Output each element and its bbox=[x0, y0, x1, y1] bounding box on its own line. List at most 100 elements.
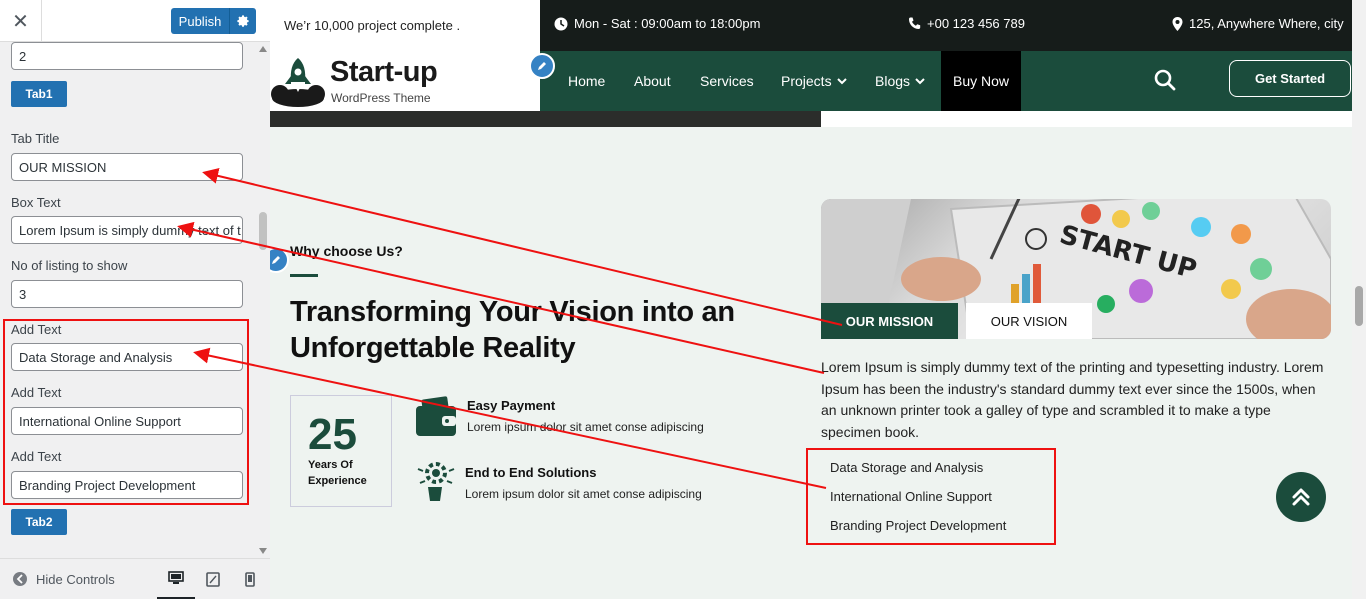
nav-services[interactable]: Services bbox=[700, 51, 754, 111]
years-number: 25 bbox=[308, 410, 357, 459]
scroll-down-arrow[interactable] bbox=[259, 548, 267, 554]
site-preview: We’r 10,000 project complete . Mon - Sat… bbox=[270, 0, 1352, 599]
mission-list-item-1: Data Storage and Analysis bbox=[830, 460, 984, 475]
double-chevron-up-icon bbox=[1292, 488, 1310, 506]
listing-count-field[interactable]: 3 bbox=[11, 280, 243, 308]
tab-our-mission[interactable]: OUR MISSION bbox=[821, 303, 958, 339]
box-text-label: Box Text bbox=[11, 195, 61, 210]
box-text-field[interactable]: Lorem Ipsum is simply dummy text of t bbox=[11, 216, 243, 244]
section-eyebrow: Why choose Us? bbox=[290, 243, 403, 259]
sidebar-footer: Hide Controls bbox=[0, 558, 270, 599]
tab-title-field[interactable]: OUR MISSION bbox=[11, 153, 243, 181]
hide-controls-label: Hide Controls bbox=[36, 571, 115, 587]
nav-home-label: Home bbox=[568, 73, 606, 89]
edit-shortcut-button[interactable] bbox=[529, 53, 555, 79]
address-text: 125, Anywhere Where, city bbox=[1189, 16, 1344, 31]
tab-title-label: Tab Title bbox=[11, 131, 60, 146]
nav-about[interactable]: About bbox=[634, 51, 671, 111]
site-logo[interactable]: Start-up WordPress Theme bbox=[270, 51, 540, 111]
hours-info: Mon - Sat : 09:00am to 18:00pm bbox=[554, 16, 760, 31]
search-icon bbox=[1154, 69, 1176, 91]
mission-list-item-2: International Online Support bbox=[830, 489, 992, 504]
mobile-preview-button[interactable] bbox=[231, 559, 269, 599]
scroll-to-top-button[interactable] bbox=[1276, 472, 1326, 522]
experience-box: 25 Years Of Experience bbox=[290, 395, 392, 507]
add-text-label-3: Add Text bbox=[11, 449, 62, 464]
mobile-icon bbox=[245, 572, 255, 587]
add-text-field-2[interactable]: International Online Support bbox=[11, 407, 243, 435]
topbar-tagline: We’r 10,000 project complete . bbox=[270, 0, 540, 51]
feature-1-title: Easy Payment bbox=[467, 398, 556, 413]
listing-count-label: No of listing to show bbox=[11, 258, 128, 273]
eyebrow-underline bbox=[290, 274, 318, 277]
phone-info[interactable]: +00 123 456 789 bbox=[908, 16, 1025, 31]
add-text-field-1[interactable]: Data Storage and Analysis bbox=[11, 343, 243, 371]
add-text-label-2: Add Text bbox=[11, 385, 62, 400]
gear-icon bbox=[237, 15, 249, 27]
tab2-button[interactable]: Tab2 bbox=[11, 509, 67, 535]
chevron-down-icon bbox=[915, 77, 925, 84]
nav-buy-now-label: Buy Now bbox=[953, 73, 1010, 89]
add-text-label-1: Add Text bbox=[11, 322, 62, 337]
mission-paragraph: Lorem Ipsum is simply dummy text of the … bbox=[821, 359, 1324, 440]
preview-scrollbar[interactable] bbox=[1352, 0, 1366, 599]
section-divider-light bbox=[821, 111, 1352, 127]
section-divider-dark bbox=[270, 111, 821, 127]
feature-1-text: Lorem ipsum dolor sit amet conse adipisc… bbox=[467, 420, 704, 434]
nav-blogs-label: Blogs bbox=[875, 73, 911, 89]
location-pin-icon bbox=[1172, 16, 1183, 31]
tablet-preview-button[interactable] bbox=[194, 559, 232, 599]
previous-number-field[interactable]: 2 bbox=[11, 42, 243, 70]
clock-icon bbox=[554, 17, 568, 30]
search-button[interactable] bbox=[1154, 69, 1176, 94]
eye-icon bbox=[13, 572, 27, 586]
nav-blogs[interactable]: Blogs bbox=[875, 51, 925, 111]
chevron-down-icon bbox=[836, 77, 847, 84]
preview-scroll-thumb[interactable] bbox=[1355, 286, 1363, 326]
desktop-preview-button[interactable] bbox=[157, 559, 195, 599]
logo-subtitle: WordPress Theme bbox=[331, 91, 431, 105]
hide-controls-button[interactable]: Hide Controls bbox=[12, 571, 115, 587]
sidebar-scroll-thumb[interactable] bbox=[259, 212, 267, 250]
close-button[interactable]: ✕ bbox=[0, 0, 42, 42]
main-navigation: Start-up WordPress Theme Home About Serv… bbox=[270, 51, 1352, 111]
logo-title: Start-up bbox=[330, 56, 438, 88]
feature-2-text: Lorem ipsum dolor sit amet conse adipisc… bbox=[465, 487, 702, 501]
tab1-button[interactable]: Tab1 bbox=[11, 81, 67, 107]
pencil-icon bbox=[272, 256, 280, 264]
sidebar-scrollbar[interactable] bbox=[256, 42, 270, 558]
nav-buy-now[interactable]: Buy Now bbox=[941, 51, 1022, 111]
sidebar-controls: 2 Tab1 Tab Title OUR MISSION Box Text Lo… bbox=[0, 42, 256, 558]
customizer-sidebar: ✕ Publish 2 Tab1 Tab Title OUR MISSION B… bbox=[0, 0, 270, 599]
feature-2-title: End to End Solutions bbox=[465, 465, 597, 480]
topbar-info: Mon - Sat : 09:00am to 18:00pm +00 123 4… bbox=[540, 0, 1352, 51]
hand-gear-icon bbox=[417, 462, 455, 501]
rocket-logo-icon bbox=[271, 58, 325, 107]
tablet-icon bbox=[206, 572, 220, 587]
publish-settings-button[interactable] bbox=[229, 8, 256, 34]
nav-projects[interactable]: Projects bbox=[781, 51, 847, 111]
add-text-field-3[interactable]: Branding Project Development bbox=[11, 471, 243, 499]
topbar: We’r 10,000 project complete . Mon - Sat… bbox=[270, 0, 1352, 51]
phone-text: +00 123 456 789 bbox=[927, 16, 1025, 31]
edit-shortcut-button[interactable] bbox=[270, 247, 289, 273]
nav-about-label: About bbox=[634, 73, 671, 89]
publish-button[interactable]: Publish bbox=[171, 8, 229, 34]
hours-text: Mon - Sat : 09:00am to 18:00pm bbox=[574, 16, 761, 31]
tab-our-vision[interactable]: OUR VISION bbox=[966, 303, 1092, 339]
years-text: Years Of Experience bbox=[308, 459, 367, 487]
desktop-icon bbox=[168, 571, 184, 584]
nav-home[interactable]: Home bbox=[568, 51, 605, 111]
get-started-button[interactable]: Get Started bbox=[1229, 60, 1351, 97]
address-info: 125, Anywhere Where, city bbox=[1172, 16, 1344, 31]
nav-services-label: Services bbox=[700, 73, 754, 89]
close-icon: ✕ bbox=[12, 10, 29, 33]
section-headline: Transforming Your Vision into an Unforge… bbox=[290, 296, 735, 364]
sidebar-header: ✕ Publish bbox=[0, 0, 270, 42]
phone-icon bbox=[909, 17, 921, 29]
pencil-icon bbox=[538, 62, 546, 70]
nav-projects-label: Projects bbox=[781, 73, 832, 89]
wallet-icon bbox=[416, 396, 456, 436]
scroll-up-arrow[interactable] bbox=[259, 46, 267, 52]
nav-menu-bar: Home About Services Projects Blogs Buy N… bbox=[540, 51, 1352, 111]
